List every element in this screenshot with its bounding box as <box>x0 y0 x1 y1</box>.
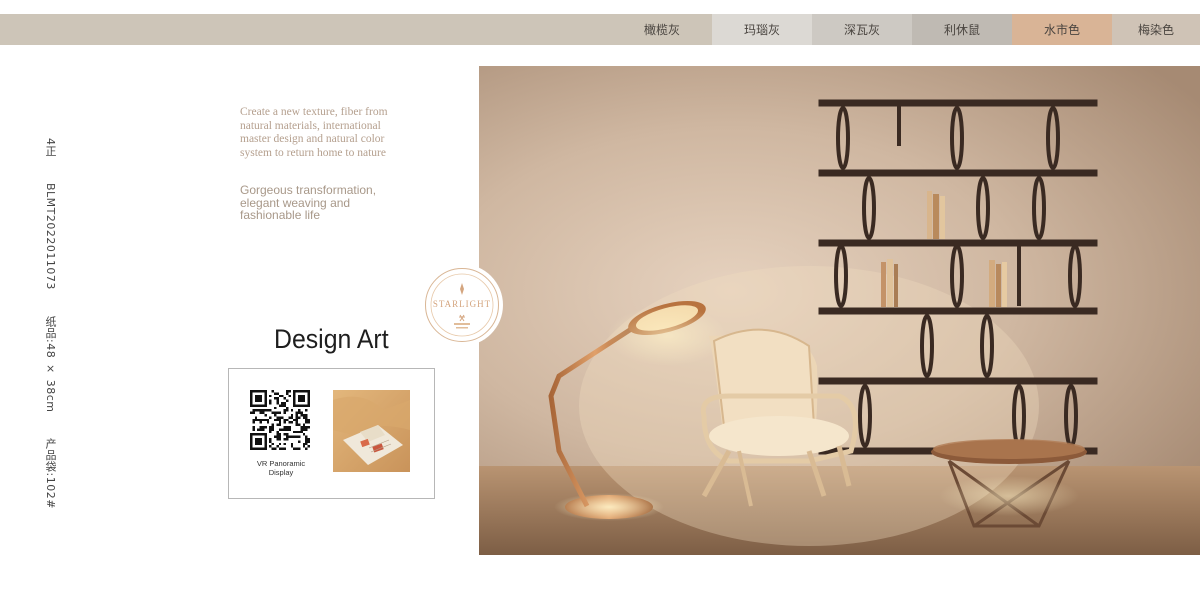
intro-serif-text: Create a new texture, fiber from natural… <box>240 106 388 159</box>
intro-sans-text: Gorgeous transformation, elegant weaving… <box>240 183 377 222</box>
swatch-label: 梅染色 <box>1137 23 1174 37</box>
starlight-seal: STARLIGHT <box>425 268 499 342</box>
product-info: 4正 BLMT2022011073 纸品:48 × 38cm 产品袋:102# <box>42 138 58 531</box>
swatch-label: 水市色 <box>1043 23 1080 37</box>
swatch-4[interactable]: 水市色 <box>1012 14 1112 45</box>
swatch-3[interactable]: 利休鼠 <box>912 14 1012 45</box>
qr-label: VR Panoramic Display <box>256 459 306 477</box>
swatch-label: 橄榄灰 <box>643 23 680 37</box>
interior-photo <box>479 66 1200 555</box>
swatch-label: 玛瑙灰 <box>743 23 780 37</box>
swatch-label: 利休鼠 <box>943 23 980 37</box>
swatch-5[interactable]: 梅染色 <box>1112 14 1200 45</box>
design-title: Design Art <box>274 324 389 354</box>
qr-code-icon[interactable] <box>250 390 310 450</box>
bag-spec: 产品袋:102# <box>44 438 57 510</box>
brand-name: STARLIGHT <box>432 299 492 309</box>
swatch-1[interactable]: 玛瑙灰 <box>712 14 812 45</box>
swatch-0[interactable]: 橄榄灰 <box>612 14 712 45</box>
swatch-label: 深瓦灰 <box>843 23 880 37</box>
product-code: BLMT2022011073 <box>44 183 57 290</box>
swatch-2[interactable]: 深瓦灰 <box>812 14 912 45</box>
paper-spec: 纸品:48 × 38cm <box>44 315 57 413</box>
catalog-thumbnail <box>333 390 410 472</box>
page-number: 4正 <box>44 138 57 157</box>
qr-panel: VR Panoramic Display <box>228 368 435 499</box>
